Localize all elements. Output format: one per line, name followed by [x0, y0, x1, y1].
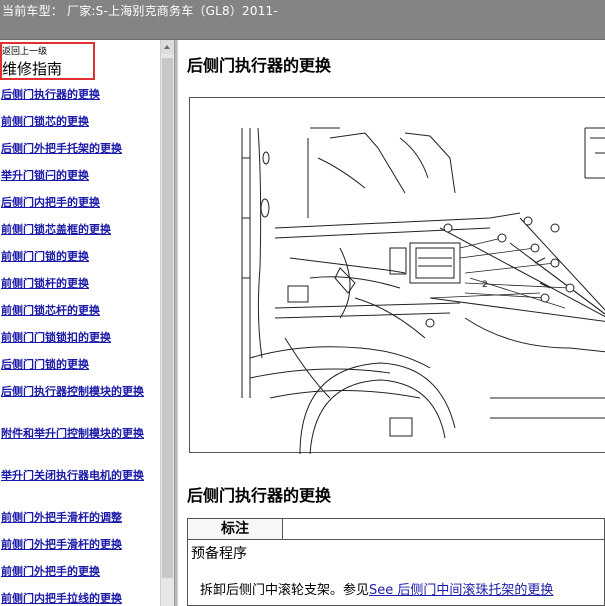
sidebar-item[interactable]: 后侧门内把手的更换: [1, 196, 159, 210]
sidebar-item[interactable]: 举升门关闭执行器电机的更换: [1, 469, 159, 483]
sidebar-item[interactable]: 前侧门内把手拉线的更换: [1, 592, 159, 606]
highlight-box: [0, 42, 95, 80]
door-actuator-diagram: 2: [241, 127, 605, 455]
sidebar-item[interactable]: 前侧门门锁锁扣的更换: [1, 331, 159, 345]
step-link[interactable]: See 后侧门中间滚珠托架的更换: [369, 583, 553, 598]
scroll-thumb[interactable]: [162, 58, 173, 578]
sidebar-item[interactable]: 前侧门外把手的更换: [1, 565, 159, 579]
sidebar-item[interactable]: 后侧门外把手托架的更换: [1, 142, 159, 156]
sidebar-item[interactable]: 后侧门门锁的更换: [1, 358, 159, 372]
sidebar-item[interactable]: 附件和举升门控制模块的更换: [1, 427, 159, 441]
sidebar-scrollbar[interactable]: [160, 40, 174, 606]
content-pane: 后侧门执行器的更换 2 后侧门执行器的更换 标注 预备程序 拆卸后侧门中滚轮支架…: [178, 40, 605, 606]
title-bar: 当前车型： 厂家:S-上海别克商务车（GL8）2011-: [0, 0, 605, 40]
table-header-cell: [283, 518, 605, 540]
procedure-step: 拆卸后侧门中滚轮支架。参见See 后侧门中间滚珠托架的更换: [200, 579, 553, 598]
sidebar-item[interactable]: 后侧门执行器的更换: [1, 88, 159, 102]
section-heading: 后侧门执行器的更换: [187, 486, 332, 505]
sidebar-item[interactable]: 前侧门锁芯盖框的更换: [1, 223, 159, 237]
sidebar-item[interactable]: 前侧门锁芯的更换: [1, 115, 159, 129]
scroll-up-icon[interactable]: [161, 40, 174, 54]
step-text: 拆卸后侧门中滚轮支架。参见: [200, 583, 370, 598]
sidebar-item[interactable]: 后侧门执行器控制模块的更换: [1, 385, 159, 399]
sidebar-item[interactable]: 前侧门锁芯杆的更换: [1, 304, 159, 318]
prep-label: 预备程序: [191, 546, 247, 562]
callout-label-2: 2: [482, 280, 488, 290]
sidebar-item[interactable]: 举升门锁闩的更换: [1, 169, 159, 183]
vehicle-title: 当前车型： 厂家:S-上海别克商务车（GL8）2011-: [2, 4, 278, 18]
sidebar-item[interactable]: 前侧门锁杆的更换: [1, 277, 159, 291]
page-title: 后侧门执行器的更换: [187, 56, 332, 75]
table-header-note: 标注: [187, 518, 283, 540]
sidebar-item[interactable]: 前侧门外把手滑杆的调整: [1, 511, 159, 525]
diagram-figure: 2: [189, 97, 605, 455]
sidebar-item[interactable]: 前侧门门锁的更换: [1, 250, 159, 264]
sidebar-item[interactable]: 前侧门外把手滑杆的更换: [1, 538, 159, 552]
